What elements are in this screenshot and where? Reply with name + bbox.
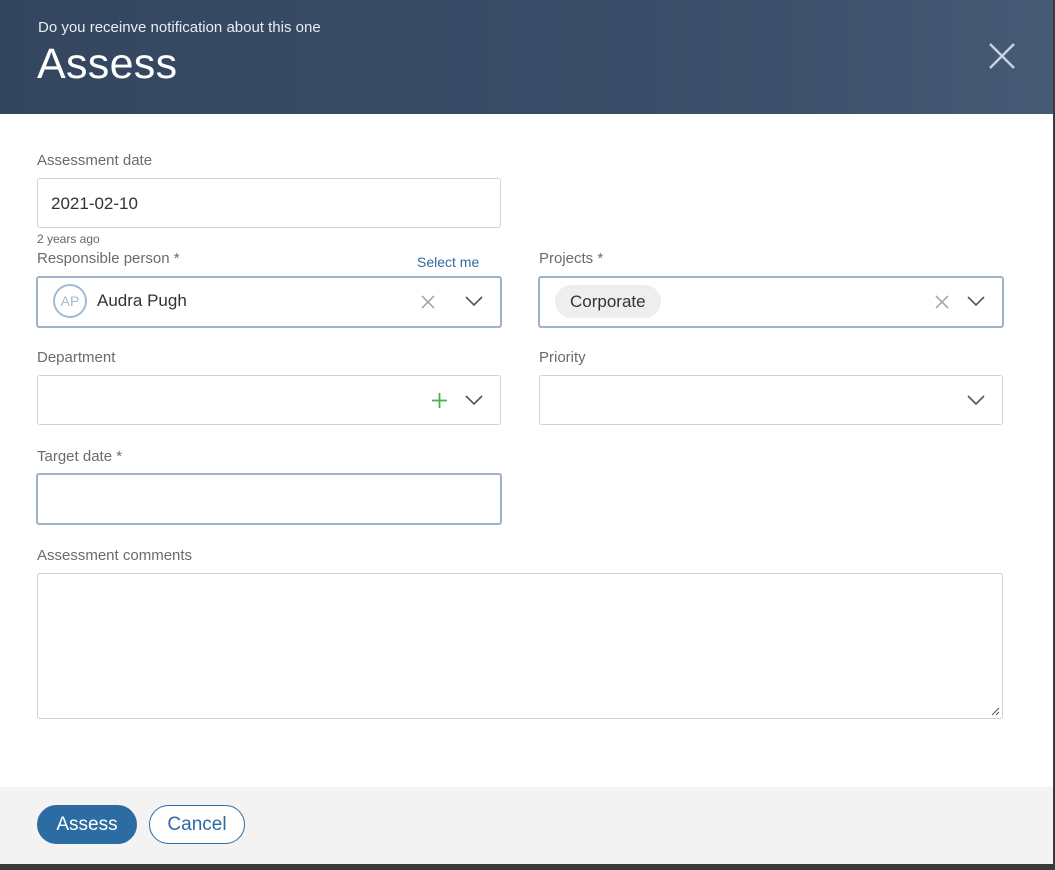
clear-icon[interactable] [935,295,949,309]
assessment-date-input[interactable]: 2021-02-10 [37,178,501,228]
priority-label: Priority [539,349,586,366]
close-button[interactable] [984,38,1020,74]
resize-grip-icon[interactable] [990,706,1000,716]
dialog-title: Assess [37,40,178,88]
project-chip-corporate[interactable]: Corporate [555,285,661,318]
chevron-down-icon[interactable] [465,395,483,406]
assessment-date-label: Assessment date [37,152,153,169]
assessment-date-value: 2021-02-10 [51,194,138,213]
responsible-person-value: Audra Pugh [97,291,187,310]
avatar: AP [53,284,87,318]
dialog-subtitle: Do you receinve notification about this … [38,19,321,36]
projects-label: Projects * [539,250,604,267]
responsible-person-select[interactable]: AP Audra Pugh [36,276,502,328]
department-select[interactable] [37,375,501,425]
dialog-header: Do you receinve notification about this … [0,0,1053,114]
chevron-down-icon[interactable] [465,296,483,307]
chevron-down-icon[interactable] [967,395,985,406]
dialog-footer: Assess Cancel [0,787,1053,864]
target-date-input[interactable] [36,473,502,525]
assess-dialog: Do you receinve notification about this … [0,0,1053,864]
assess-button[interactable]: Assess [37,805,137,844]
close-icon [989,43,1015,69]
projects-select[interactable]: Corporate [538,276,1004,328]
cancel-button[interactable]: Cancel [149,805,245,844]
target-date-label: Target date * [37,448,123,465]
plus-icon[interactable] [431,392,448,409]
assessment-comments-textarea[interactable] [37,573,1003,719]
clear-icon[interactable] [421,295,435,309]
select-me-link[interactable]: Select me [417,254,479,270]
assessment-comments-label: Assessment comments [37,547,193,564]
chevron-down-icon[interactable] [967,296,985,307]
assessment-date-relative: 2 years ago [37,232,100,246]
priority-select[interactable] [539,375,1003,425]
responsible-person-label: Responsible person * [37,250,180,267]
department-label: Department [37,349,116,366]
